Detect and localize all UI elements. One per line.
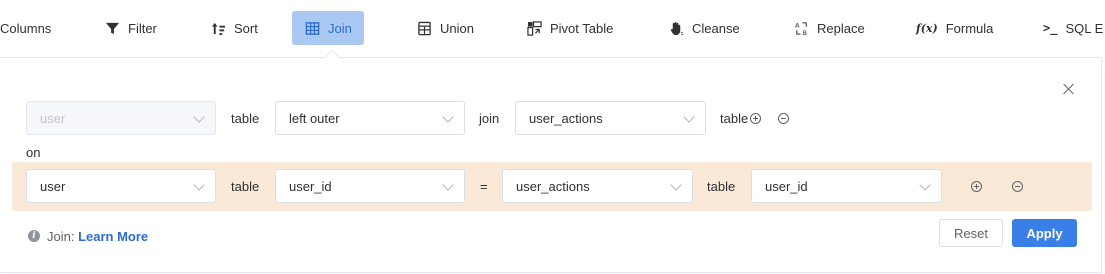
- join-help-text: Join: Learn More: [47, 229, 148, 244]
- tab-formula[interactable]: f(x) Formula: [916, 11, 993, 45]
- reset-button[interactable]: Reset: [939, 219, 1003, 247]
- info-icon: i: [28, 230, 40, 242]
- transform-toolbar: Columns Filter Sort Join Union Pivot Tab…: [0, 0, 1105, 56]
- chevron-down-icon: [193, 179, 205, 191]
- cleanse-icon: [668, 20, 684, 36]
- filter-icon: [104, 20, 120, 36]
- join-type-value: left outer: [289, 110, 340, 126]
- sql-icon: >_: [1043, 21, 1058, 35]
- right-table-value: user_actions: [529, 110, 603, 126]
- tab-sort[interactable]: Sort: [210, 11, 258, 45]
- tab-cleanse-label: Cleanse: [692, 20, 740, 36]
- tab-filter-label: Filter: [128, 20, 157, 36]
- left-table-select: user: [26, 101, 216, 135]
- tab-cleanse[interactable]: Cleanse: [668, 11, 740, 45]
- tab-pivot-table[interactable]: Pivot Table: [526, 11, 613, 45]
- condition-table-label: table: [231, 179, 260, 194]
- tab-union[interactable]: Union: [416, 11, 474, 45]
- close-icon[interactable]: [1062, 82, 1076, 96]
- apply-button[interactable]: Apply: [1012, 219, 1077, 247]
- chevron-down-icon: [919, 179, 931, 191]
- help-prefix: Join:: [47, 229, 75, 244]
- condition-right-table-select[interactable]: user_actions: [502, 169, 693, 203]
- tab-sql-editor[interactable]: >_ SQL E: [1043, 11, 1103, 45]
- remove-table-icon[interactable]: [778, 113, 789, 124]
- tab-columns[interactable]: Columns: [0, 11, 51, 45]
- left-table-value: user: [40, 110, 66, 126]
- join-type-select[interactable]: left outer: [275, 101, 465, 135]
- chevron-down-icon: [442, 111, 454, 123]
- on-label: on: [26, 145, 41, 160]
- condition-left-column-select[interactable]: user_id: [275, 169, 465, 203]
- condition-right-table-label: table: [707, 179, 736, 194]
- condition-left-table-value: user: [40, 178, 66, 194]
- tab-replace[interactable]: A B Replace: [793, 11, 865, 45]
- tab-union-label: Union: [440, 20, 474, 36]
- condition-right-column-value: user_id: [765, 178, 808, 194]
- chevron-down-icon: [683, 111, 695, 123]
- svg-text:A: A: [794, 21, 799, 29]
- svg-text:B: B: [802, 29, 807, 36]
- learn-more-link[interactable]: Learn More: [78, 229, 148, 244]
- tab-pivot-table-label: Pivot Table: [550, 20, 614, 36]
- add-table-icon[interactable]: [750, 113, 761, 124]
- tab-sql-editor-label: SQL E: [1065, 20, 1104, 36]
- right-table-select[interactable]: user_actions: [515, 101, 706, 135]
- right-table-label: table: [720, 111, 749, 126]
- tab-join[interactable]: Join: [292, 11, 364, 45]
- pivot-table-icon: [526, 20, 542, 36]
- remove-condition-icon[interactable]: [1012, 181, 1023, 192]
- join-label: join: [479, 111, 500, 126]
- chevron-down-icon: [442, 179, 454, 191]
- condition-left-column-value: user_id: [289, 178, 332, 194]
- tab-sort-label: Sort: [234, 20, 258, 36]
- chevron-down-icon: [670, 179, 682, 191]
- formula-icon: f(x): [916, 21, 938, 35]
- union-icon: [416, 20, 432, 36]
- tab-columns-label: Columns: [0, 20, 52, 36]
- tab-formula-label: Formula: [945, 20, 994, 36]
- tab-filter[interactable]: Filter: [104, 11, 157, 45]
- chevron-down-icon: [193, 111, 205, 123]
- condition-right-column-select[interactable]: user_id: [751, 169, 942, 203]
- replace-icon: A B: [793, 20, 809, 36]
- join-icon: [304, 20, 320, 36]
- condition-right-table-value: user_actions: [516, 178, 590, 194]
- condition-left-table-select[interactable]: user: [26, 169, 216, 203]
- sort-icon: [210, 20, 226, 36]
- tab-replace-label: Replace: [817, 20, 865, 36]
- table-label: table: [231, 111, 260, 126]
- tab-join-label: Join: [328, 20, 352, 36]
- add-condition-icon[interactable]: [971, 181, 982, 192]
- equals-operator: =: [480, 179, 488, 194]
